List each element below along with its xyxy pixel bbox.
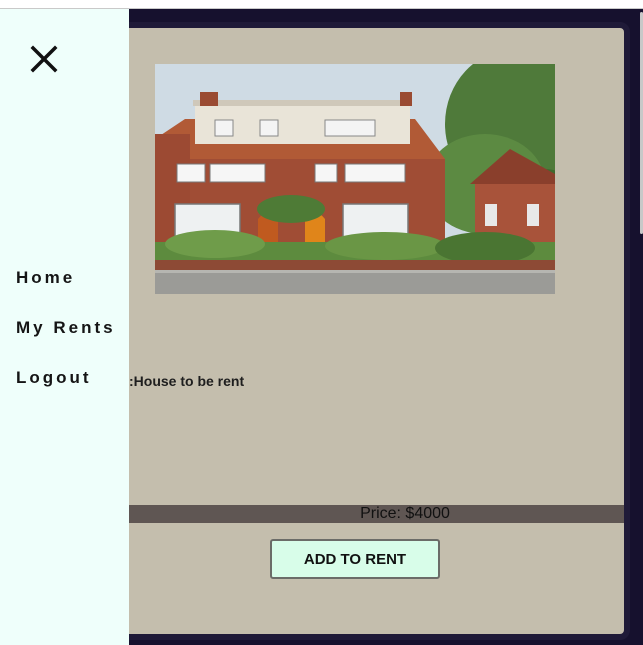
sidebar-item-logout[interactable]: Logout (16, 368, 92, 388)
sidebar-item-home[interactable]: Home (16, 268, 75, 288)
add-to-rent-button[interactable]: ADD TO RENT (270, 539, 440, 579)
price-label: Price: $4000 (129, 505, 624, 523)
sidebar-item-my-rents[interactable]: My Rents (16, 318, 116, 338)
top-strip (0, 0, 643, 9)
house-photo (155, 64, 555, 294)
listing-title: :House to be rent (129, 373, 245, 389)
sidebar: Home My Rents Logout (0, 9, 129, 645)
close-icon[interactable] (28, 43, 60, 75)
